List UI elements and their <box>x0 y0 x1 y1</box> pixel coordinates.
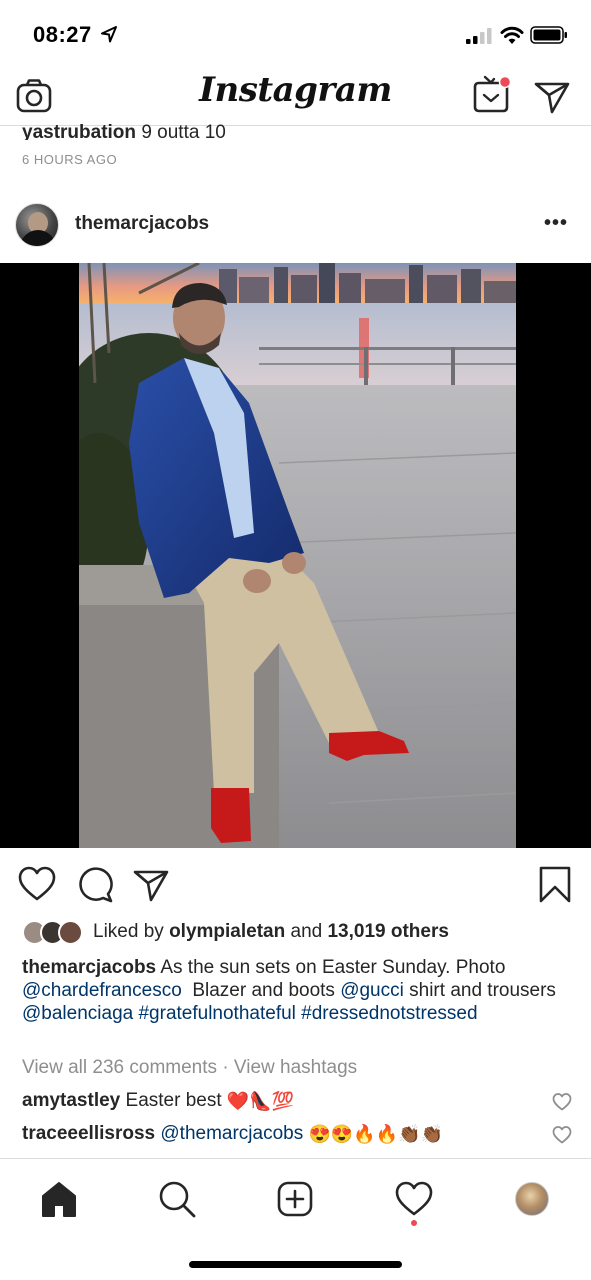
bottom-tab-bar <box>0 1158 591 1280</box>
battery-icon <box>530 26 567 44</box>
previous-comment-user[interactable]: yastrubation <box>22 122 136 140</box>
comment-icon[interactable] <box>75 864 115 904</box>
comment-mention[interactable]: @themarcjacobs <box>160 1123 303 1144</box>
search-icon[interactable] <box>157 1179 197 1219</box>
comment-emoji: ❤️👠💯 <box>226 1091 295 1111</box>
caption-mention[interactable]: @balenciaga <box>22 1003 133 1024</box>
caption-text: As the sun sets on Easter Sunday. Photo <box>160 957 506 978</box>
status-time: 08:27 <box>33 22 92 47</box>
caption-hashtag[interactable]: #gratefulnothateful <box>138 1003 295 1024</box>
location-arrow-icon <box>101 26 117 43</box>
app-header: Instagram <box>0 66 591 126</box>
view-hashtags-link[interactable]: View hashtags <box>234 1057 357 1078</box>
heart-icon[interactable] <box>552 1092 572 1112</box>
status-bar: 08:27 <box>0 0 591 66</box>
home-icon[interactable] <box>39 1179 79 1219</box>
cellular-signal-icon <box>466 28 492 44</box>
likes-prefix: Liked by <box>93 921 164 942</box>
caption-hashtag[interactable]: #dressednotstressed <box>301 1003 477 1024</box>
caption-text: shirt and trousers <box>409 980 556 1001</box>
profile-avatar[interactable] <box>515 1182 549 1216</box>
activity-icon[interactable] <box>394 1179 434 1219</box>
share-icon[interactable] <box>131 864 171 904</box>
post-actions <box>0 860 591 908</box>
liker-avatar <box>58 920 83 945</box>
post-photo <box>79 263 516 848</box>
view-comments-row: View all 236 comments · View hashtags <box>22 1057 357 1079</box>
post-avatar[interactable] <box>15 203 59 247</box>
previous-post-time: 6 HOURS AGO <box>22 152 118 167</box>
wifi-icon <box>500 26 524 44</box>
likes-user[interactable]: olympialetan <box>169 921 285 942</box>
home-indicator <box>189 1261 402 1268</box>
previous-comment-text: 9 outta 10 <box>141 122 226 140</box>
caption-text: Blazer and boots <box>192 980 335 1001</box>
post-caption: themarcjacobs As the sun sets on Easter … <box>22 956 572 1025</box>
comment-emoji: 😍😍🔥🔥👏🏾👏🏾 <box>308 1124 443 1144</box>
new-post-icon[interactable] <box>275 1179 315 1219</box>
post-username[interactable]: themarcjacobs <box>75 213 209 235</box>
likes-and: and <box>290 921 323 942</box>
view-all-comments-link[interactable]: View all 236 comments <box>22 1057 217 1078</box>
post-image[interactable] <box>0 263 591 848</box>
liker-avatars[interactable] <box>22 920 88 946</box>
caption-mention[interactable]: @chardefrancesco <box>22 980 182 1001</box>
comment-text: Easter best <box>125 1090 222 1112</box>
bookmark-icon[interactable] <box>535 864 575 904</box>
notification-dot <box>411 1220 417 1226</box>
comment-row: traceeellisross @themarcjacobs 😍😍🔥🔥👏🏾👏🏾 <box>22 1121 547 1147</box>
igtv-icon[interactable] <box>470 74 512 116</box>
likes-text[interactable]: Liked by olympialetan and 13,019 others <box>93 921 449 943</box>
direct-icon[interactable] <box>532 76 572 116</box>
heart-icon[interactable] <box>17 864 57 904</box>
more-options-icon[interactable]: ••• <box>544 212 574 236</box>
heart-icon[interactable] <box>552 1125 572 1145</box>
caption-mention[interactable]: @gucci <box>340 980 404 1001</box>
likes-count[interactable]: 13,019 others <box>327 921 448 942</box>
likes-row: Liked by olympialetan and 13,019 others <box>22 918 582 946</box>
comment-user[interactable]: traceeellisross <box>22 1123 155 1144</box>
comment-user[interactable]: amytastley <box>22 1090 120 1111</box>
previous-comment: yastrubation 9 outta 10 <box>22 122 226 140</box>
comment-row: amytastley Easter best ❤️👠💯 <box>22 1088 547 1114</box>
separator-dot: · <box>222 1057 229 1078</box>
caption-username[interactable]: themarcjacobs <box>22 957 156 978</box>
